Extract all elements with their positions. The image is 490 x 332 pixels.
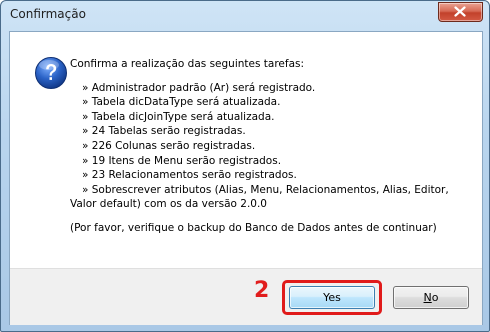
backup-note: (Por favor, verifique o backup do Banco … [70,221,437,234]
task-item: » 226 Colunas serão registradas. [82,139,256,152]
dialog-window: Confirmação Confirma a realização das se… [0,0,490,332]
task-item: » Administrador padrão (Ar) será registr… [82,81,316,94]
close-button[interactable] [438,2,483,22]
window-title: Confirmação [10,7,86,21]
task-item: » 24 Tabelas serão registradas. [82,125,246,138]
question-icon [35,57,67,89]
message-panel: Confirma a realização das seguintes tare… [10,32,482,268]
yes-button[interactable]: Yes [289,286,375,309]
message-intro: Confirma a realização das seguintes tare… [70,58,305,70]
task-item: » Tabela dicJoinType será atualizada. [82,110,275,123]
task-item: » Sobrescrever atributos (Alias, Menu, R… [82,183,449,196]
step-annotation-number: 2 [254,278,270,303]
task-item: » Tabela dicDataType será atualizada. [82,96,281,109]
task-item-continuation: Valor default) com os da versão 2.0.0 [70,198,267,211]
task-item: » 19 Itens de Menu serão registrados. [82,154,282,167]
yes-button-label: Yes [323,291,341,304]
close-icon [454,6,466,17]
task-item: » 23 Relacionamentos serão registrados. [82,169,297,182]
no-button-mnemonic: N [423,291,432,304]
no-button[interactable]: No [393,286,469,309]
title-bar[interactable]: Confirmação [1,1,489,31]
confirmation-message: Confirma a realização das seguintes tare… [70,57,470,236]
no-button-label: o [431,291,439,304]
dialog-client-area: Confirma a realização das seguintes tare… [9,31,483,325]
button-bar: 2 Yes No [10,268,482,325]
